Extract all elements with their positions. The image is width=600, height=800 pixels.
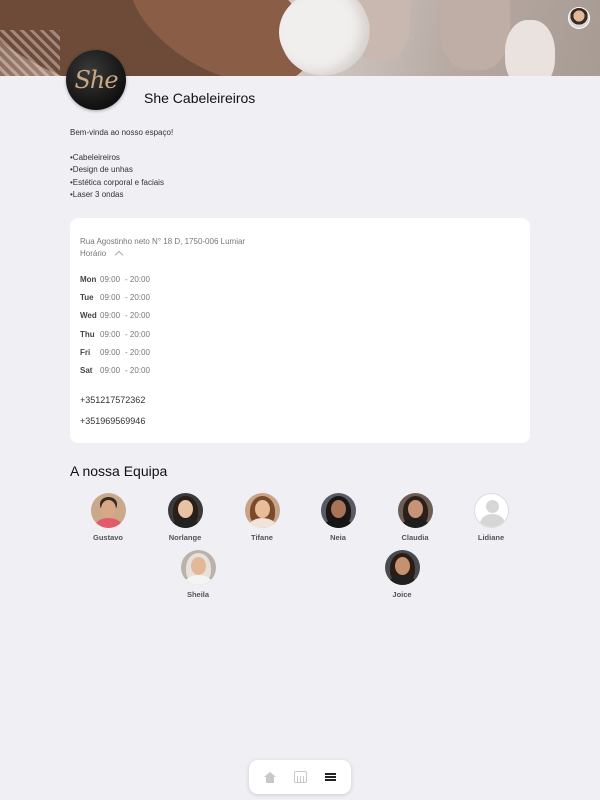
member-avatar bbox=[90, 493, 126, 528]
member-name: Gustavo bbox=[92, 533, 123, 542]
menu-button[interactable] bbox=[319, 766, 341, 788]
calendar-icon bbox=[293, 771, 307, 783]
business-logo: She bbox=[66, 50, 126, 110]
team-member[interactable]: Lidiane bbox=[451, 493, 531, 542]
team-member[interactable]: Gustavo bbox=[68, 493, 148, 542]
menu-icon bbox=[324, 773, 336, 781]
member-avatar bbox=[397, 493, 433, 528]
member-avatar bbox=[244, 493, 280, 528]
address-text[interactable]: Rua Agostinho neto N° 18 D, 1750-006 Lum… bbox=[80, 237, 245, 246]
member-avatar bbox=[167, 493, 203, 528]
service-item: •Estética corporal e faciais bbox=[70, 177, 164, 187]
team-member[interactable]: Sheila bbox=[158, 550, 238, 599]
team-title: A nossa Equipa bbox=[70, 463, 168, 479]
member-name: Lidiane bbox=[477, 533, 505, 542]
phone-link[interactable]: +351217572362 bbox=[80, 395, 145, 405]
member-name: Tifane bbox=[251, 533, 273, 542]
hours-row: Wed 09:00- 20:00 bbox=[80, 311, 150, 321]
team-member[interactable]: Neia bbox=[298, 493, 378, 542]
service-item: •Laser 3 ondas bbox=[70, 190, 124, 199]
hours-row: Tue 09:00- 20:00 bbox=[80, 293, 150, 303]
user-avatar[interactable] bbox=[568, 7, 590, 29]
hours-toggle[interactable]: Horário bbox=[80, 249, 124, 260]
member-avatar bbox=[384, 550, 420, 585]
business-name: She Cabeleireiros bbox=[144, 90, 256, 106]
member-avatar bbox=[180, 550, 216, 585]
service-item: •Cabeleireiros bbox=[70, 152, 120, 162]
member-name: Norlange bbox=[168, 533, 202, 542]
hours-row: Sat 09:00- 20:00 bbox=[80, 365, 150, 375]
phone-link[interactable]: +351969569946 bbox=[80, 416, 145, 426]
hours-table: Mon 09:00- 20:00 Tue 09:00- 20:00 Wed 09:00… bbox=[80, 275, 150, 384]
team-member[interactable]: Joice bbox=[362, 550, 442, 599]
service-item: •Design de unhas bbox=[70, 165, 133, 174]
member-name: Neia bbox=[330, 533, 346, 542]
bottom-nav bbox=[249, 760, 351, 794]
member-name: Claudia bbox=[401, 533, 429, 542]
home-button[interactable] bbox=[259, 766, 281, 788]
home-icon bbox=[264, 771, 276, 783]
team-member[interactable]: Tifane bbox=[222, 493, 302, 542]
member-avatar bbox=[320, 493, 356, 528]
info-card: Rua Agostinho neto N° 18 D, 1750-006 Lum… bbox=[70, 218, 530, 443]
avatar-placeholder-icon bbox=[473, 493, 509, 528]
hours-row: Fri 09:00- 20:00 bbox=[80, 347, 150, 357]
member-name: Joice bbox=[392, 590, 412, 599]
hours-label: Horário bbox=[80, 249, 107, 258]
hours-row: Mon 09:00- 20:00 bbox=[80, 275, 150, 284]
business-description: Bem-vinda ao nosso espaço! •Cabeleireiro… bbox=[70, 127, 173, 202]
team-member[interactable]: Claudia bbox=[375, 493, 455, 542]
welcome-text: Bem-vinda ao nosso espaço! bbox=[70, 128, 174, 137]
team-member[interactable]: Norlange bbox=[145, 493, 225, 542]
chevron-up-icon bbox=[114, 250, 124, 260]
member-name: Sheila bbox=[186, 590, 210, 599]
calendar-button[interactable] bbox=[289, 766, 311, 788]
hours-row: Thu 09:00- 20:00 bbox=[80, 329, 150, 339]
